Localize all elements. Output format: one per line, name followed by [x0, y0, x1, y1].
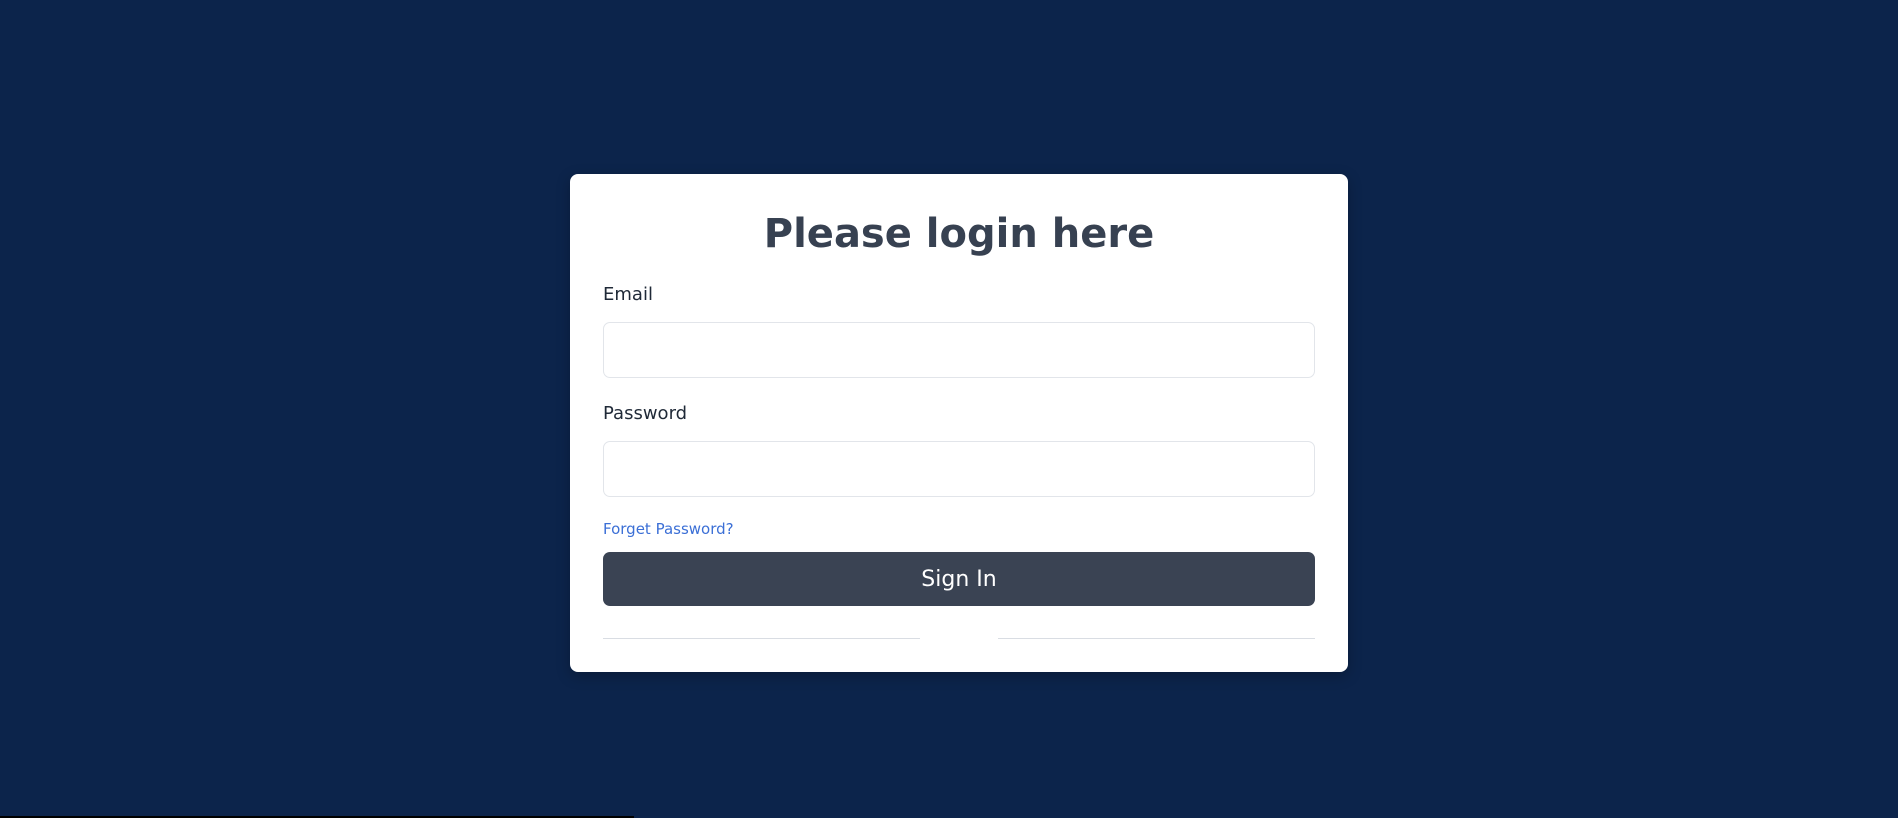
login-card: Please login here Email Password Forget … — [570, 174, 1348, 672]
email-field[interactable] — [603, 322, 1315, 378]
divider — [603, 638, 1315, 640]
divider-line-left — [603, 638, 920, 639]
forgot-password-link[interactable]: Forget Password? — [603, 519, 734, 539]
password-label: Password — [603, 403, 688, 424]
divider-line-right — [998, 638, 1315, 639]
page-title: Please login here — [763, 211, 1155, 257]
sign-in-button[interactable]: Sign In — [603, 552, 1315, 606]
password-field[interactable] — [603, 441, 1315, 497]
email-label: Email — [603, 284, 653, 305]
